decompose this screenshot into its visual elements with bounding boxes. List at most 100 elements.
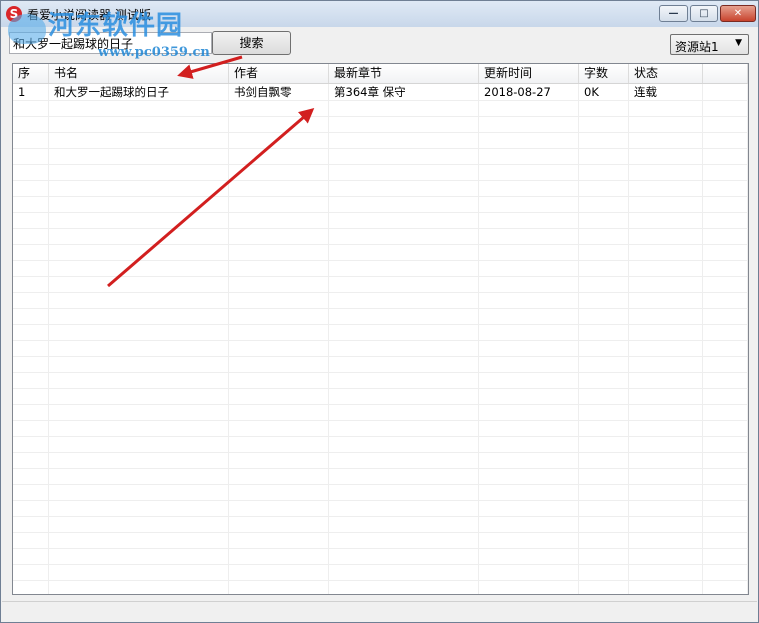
empty-table-row[interactable] [13,356,748,373]
col-latest-chapter-cell [329,548,479,564]
minimize-button[interactable]: — [659,5,688,22]
empty-table-row[interactable] [13,292,748,309]
empty-table-row[interactable] [13,116,748,133]
col-status-cell [629,356,703,372]
col-author-cell [229,580,329,594]
filler-cell [703,532,748,548]
table-row[interactable]: 1 和大罗一起踢球的日子 书剑自飘零 第364章 保守 2018-08-27 0K 连载 [13,84,748,101]
col-title-cell [49,388,229,404]
col-title-cell [49,404,229,420]
col-title-cell [49,420,229,436]
col-latest-chapter-cell [329,516,479,532]
col-word-count-cell [579,132,629,148]
empty-table-row[interactable] [13,132,748,149]
empty-table-row[interactable] [13,404,748,421]
col-title-cell [49,340,229,356]
col-author-cell [229,148,329,164]
col-update-time-cell [479,196,579,212]
filler-cell [703,244,748,260]
empty-table-row[interactable] [13,388,748,405]
search-input[interactable] [9,32,212,54]
col-status-cell [629,532,703,548]
app-window: S 看爱小说阅读器 测试版 — □ ✕ 搜索 资源站1 ▼ 序书名作者最新章节更… [0,0,759,623]
col-index-cell [13,580,49,594]
empty-table-row[interactable] [13,500,748,517]
col-status-cell [629,516,703,532]
col-index-cell [13,468,49,484]
filler-cell [703,580,748,594]
empty-table-row[interactable] [13,308,748,325]
col-author-cell [229,164,329,180]
col-author-cell [229,484,329,500]
empty-table-row[interactable] [13,532,748,549]
col-index-cell [13,148,49,164]
empty-table-row[interactable] [13,436,748,453]
col-word-count-cell [579,500,629,516]
col-latest-chapter-cell [329,420,479,436]
close-button[interactable]: ✕ [720,5,756,22]
col-latest-chapter-cell [329,484,479,500]
col-update-time-cell [479,548,579,564]
col-word-count-cell [579,580,629,594]
col-index-cell [13,116,49,132]
col-latest-chapter-cell [329,132,479,148]
col-status-cell: 连载 [629,84,703,100]
col-title-cell [49,436,229,452]
empty-table-row[interactable] [13,468,748,485]
col-status-header[interactable]: 状态 [629,64,703,83]
col-update-time-header[interactable]: 更新时间 [479,64,579,83]
empty-table-row[interactable] [13,260,748,277]
col-index-cell [13,500,49,516]
empty-table-row[interactable] [13,580,748,594]
col-status-cell [629,420,703,436]
col-latest-chapter-cell [329,276,479,292]
col-index-header[interactable]: 序 [13,64,49,83]
empty-table-row[interactable] [13,228,748,245]
empty-table-row[interactable] [13,548,748,565]
col-latest-chapter-cell [329,500,479,516]
empty-table-row[interactable] [13,420,748,437]
col-update-time-cell [479,452,579,468]
empty-table-row[interactable] [13,244,748,261]
filler-cell [703,116,748,132]
source-select[interactable]: 资源站1 ▼ [670,34,749,55]
col-author-header[interactable]: 作者 [229,64,329,83]
empty-table-row[interactable] [13,276,748,293]
empty-table-row[interactable] [13,516,748,533]
col-status-cell [629,436,703,452]
col-author-cell [229,180,329,196]
col-word-count-cell [579,420,629,436]
empty-table-row[interactable] [13,100,748,117]
col-update-time-cell [479,484,579,500]
empty-table-row[interactable] [13,484,748,501]
filler-cell [703,468,748,484]
col-update-time-cell [479,228,579,244]
title-bar[interactable]: S 看爱小说阅读器 测试版 — □ ✕ [1,1,758,27]
filler-cell [703,148,748,164]
col-author-cell [229,388,329,404]
empty-table-row[interactable] [13,324,748,341]
col-word-count-header[interactable]: 字数 [579,64,629,83]
col-title-cell [49,196,229,212]
empty-table-row[interactable] [13,196,748,213]
empty-table-row[interactable] [13,340,748,357]
empty-table-row[interactable] [13,164,748,181]
col-latest-chapter-header[interactable]: 最新章节 [329,64,479,83]
empty-table-row[interactable] [13,564,748,581]
col-update-time-cell [479,500,579,516]
chevron-down-icon: ▼ [735,38,742,48]
maximize-button[interactable]: □ [690,5,718,22]
col-status-cell [629,228,703,244]
col-title-header[interactable]: 书名 [49,64,229,83]
col-index-cell [13,308,49,324]
empty-table-row[interactable] [13,372,748,389]
empty-table-row[interactable] [13,180,748,197]
filler-cell [703,420,748,436]
empty-table-row[interactable] [13,452,748,469]
empty-table-row[interactable] [13,148,748,165]
empty-table-row[interactable] [13,212,748,229]
results-table[interactable]: 序书名 作者 最新章节 更新时间 字数 状态 1 和大罗一起踢球的日子 书剑自飘零 第364章 … [12,63,749,595]
filler-cell [703,372,748,388]
col-title-cell [49,244,229,260]
search-button[interactable]: 搜索 [212,31,291,55]
